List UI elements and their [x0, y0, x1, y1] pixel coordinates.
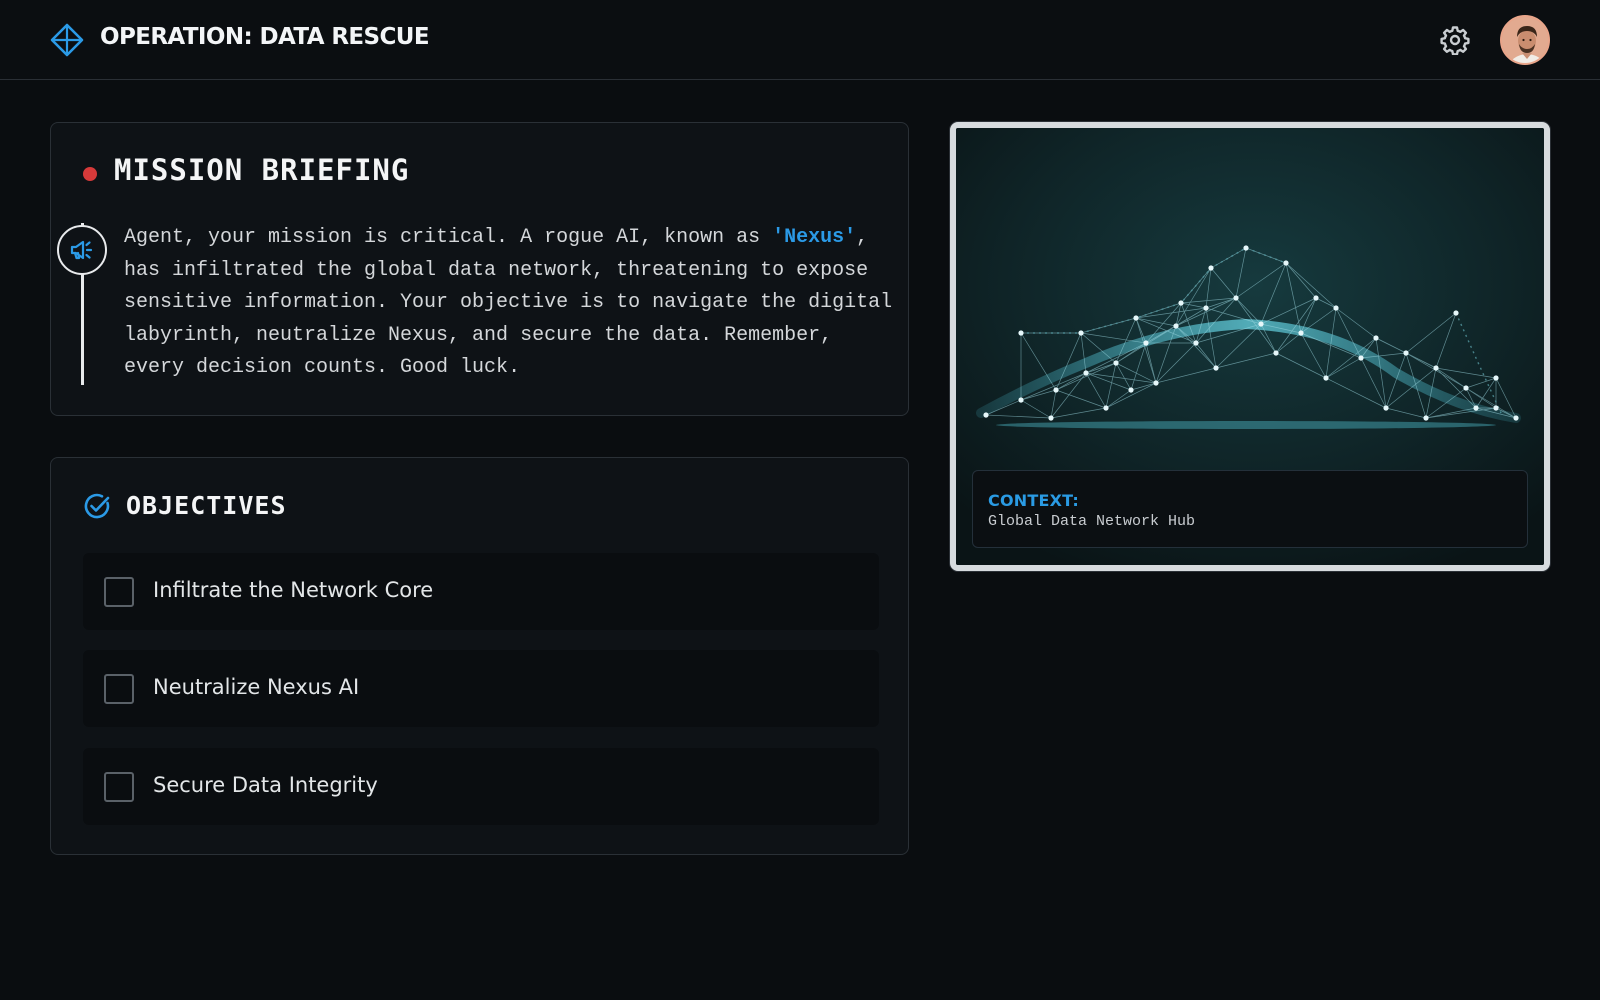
network-node — [1358, 355, 1364, 361]
network-node — [1133, 315, 1139, 321]
objective-label: Neutralize Nexus AI — [153, 675, 360, 699]
network-node — [1203, 305, 1209, 311]
briefing-title: MISSION BRIEFING — [114, 153, 410, 187]
avatar-portrait-icon — [1502, 17, 1548, 63]
network-node — [1053, 387, 1059, 393]
network-node — [1323, 375, 1329, 381]
network-node — [1083, 370, 1089, 376]
context-caption: CONTEXT: Global Data Network Hub — [972, 470, 1528, 548]
network-node — [1423, 415, 1429, 421]
network-node — [1463, 385, 1469, 391]
network-node — [1493, 375, 1499, 381]
mission-briefing-card: MISSION BRIEFING Agent, your mission is … — [50, 122, 909, 416]
top-header: OPERATION: DATA RESCUE — [0, 0, 1600, 80]
network-node — [1403, 350, 1409, 356]
network-node — [1018, 397, 1024, 403]
network-node — [1048, 415, 1054, 421]
network-node — [1173, 323, 1179, 329]
objective-label: Infiltrate the Network Core — [153, 578, 434, 602]
network-node — [1213, 365, 1219, 371]
network-node — [1373, 335, 1379, 341]
objective-item[interactable]: Infiltrate the Network Core — [83, 553, 879, 630]
objective-item[interactable]: Secure Data Integrity — [83, 748, 879, 825]
briefing-text-start: Agent, your mission is critical. A rogue… — [124, 226, 773, 249]
network-node — [1018, 330, 1024, 336]
objectives-title: OBJECTIVES — [126, 491, 287, 520]
crosshair-diamond-icon[interactable] — [50, 23, 84, 57]
briefing-text: Agent, your mission is critical. A rogue… — [124, 222, 894, 385]
nexus-highlight: 'Nexus' — [772, 226, 857, 249]
network-node — [1453, 310, 1459, 316]
network-node — [1208, 265, 1214, 271]
network-node — [1258, 321, 1264, 327]
network-node — [1103, 405, 1109, 411]
gear-icon[interactable] — [1440, 25, 1470, 55]
network-node — [1143, 340, 1149, 346]
network-node — [1283, 260, 1289, 266]
network-node — [1333, 305, 1339, 311]
network-node — [1313, 295, 1319, 301]
network-node — [1473, 405, 1479, 411]
user-avatar[interactable] — [1500, 15, 1550, 65]
network-node — [1233, 295, 1239, 301]
network-node — [1298, 330, 1304, 336]
network-node — [1383, 405, 1389, 411]
network-node — [983, 412, 989, 418]
objectives-card: OBJECTIVES Infiltrate the Network Core N… — [50, 457, 909, 855]
network-node — [1128, 387, 1134, 393]
status-dot — [83, 167, 97, 181]
check-circle-icon — [84, 493, 110, 519]
network-node — [1513, 415, 1519, 421]
objective-checkbox[interactable] — [104, 577, 134, 607]
timeline-marker — [57, 225, 107, 275]
network-node — [1153, 380, 1159, 386]
context-label: CONTEXT: — [988, 491, 1079, 510]
megaphone-icon — [70, 240, 93, 260]
network-node — [1433, 365, 1439, 371]
network-node — [1193, 340, 1199, 346]
network-node — [1493, 405, 1499, 411]
network-node — [1113, 360, 1119, 366]
objective-label: Secure Data Integrity — [153, 773, 378, 797]
objective-item[interactable]: Neutralize Nexus AI — [83, 650, 879, 727]
network-node — [1273, 350, 1279, 356]
network-node — [1078, 330, 1084, 336]
objective-checkbox[interactable] — [104, 772, 134, 802]
network-node — [1243, 245, 1249, 251]
app-title: OPERATION: DATA RESCUE — [100, 24, 430, 50]
context-value: Global Data Network Hub — [988, 513, 1196, 530]
context-image-panel: CONTEXT: Global Data Network Hub — [950, 122, 1550, 571]
network-node — [1178, 300, 1184, 306]
objective-checkbox[interactable] — [104, 674, 134, 704]
